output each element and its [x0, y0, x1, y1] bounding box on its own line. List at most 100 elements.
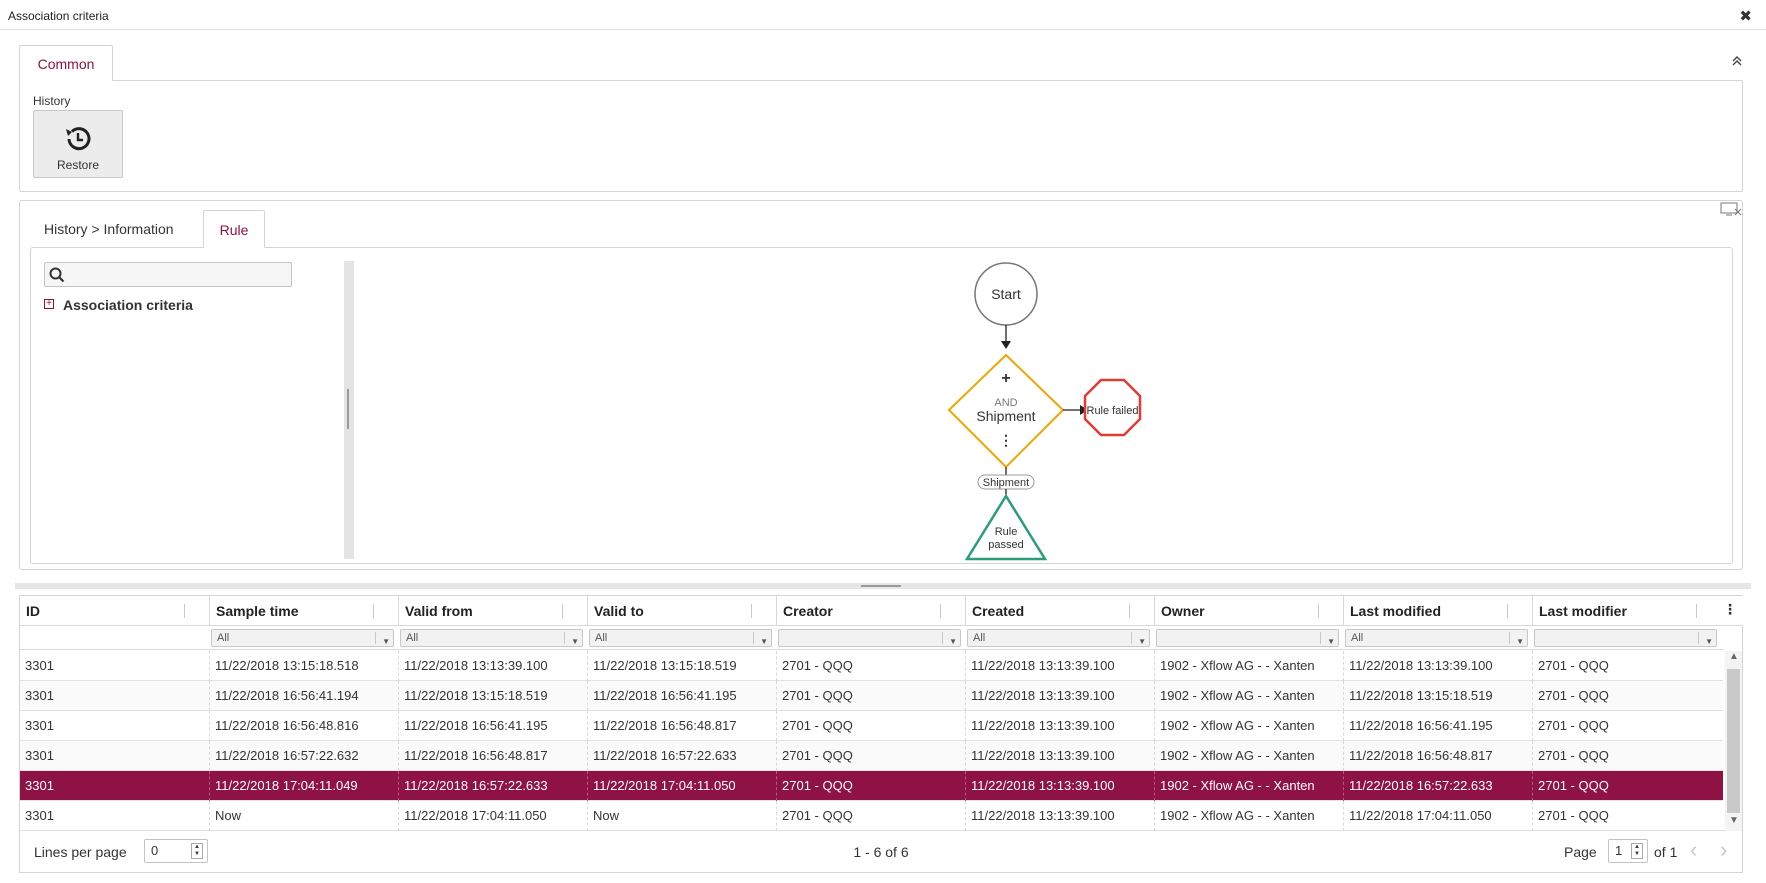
column-header-last-modifier[interactable]: Last modifier — [1532, 596, 1721, 626]
close-icon[interactable]: ✖ — [1739, 7, 1752, 25]
restore-button[interactable]: Restore — [33, 110, 123, 178]
cell-last-modified: 11/22/2018 16:57:22.633 — [1343, 771, 1532, 801]
column-header-owner[interactable]: Owner — [1154, 596, 1343, 626]
page-number-value: 1 — [1615, 843, 1623, 858]
chevron-down-icon[interactable]: ▼ — [571, 634, 579, 650]
cell-last-modifier: 2701 - QQQ — [1532, 681, 1721, 711]
horizontal-splitter[interactable] — [15, 583, 1751, 589]
chevron-down-icon[interactable]: ▼ — [382, 634, 390, 650]
tab-history-information-label: History > Information — [44, 221, 174, 237]
column-menu-icon[interactable]: ⋮ — [1723, 602, 1737, 616]
window-title: Association criteria — [8, 9, 109, 23]
tab-common-label: Common — [37, 56, 95, 72]
filter-value: All — [217, 632, 230, 644]
column-header-valid-to[interactable]: Valid to — [587, 596, 776, 626]
more-icon[interactable]: ⋮ — [999, 432, 1013, 448]
filter-last-modifier[interactable]: ▼ — [1534, 629, 1717, 647]
page-number-input[interactable]: 1 ▲ ▼ — [1608, 839, 1648, 863]
cell-valid-to: 11/22/2018 16:56:48.817 — [587, 711, 776, 741]
filter-last-modified[interactable]: All ▼ — [1345, 629, 1528, 647]
filter-valid-to[interactable]: All ▼ — [589, 629, 772, 647]
cell-created: 11/22/2018 13:13:39.100 — [965, 801, 1154, 831]
rule-panel — [30, 247, 1733, 564]
chevron-down-icon[interactable]: ▼ — [1327, 634, 1335, 650]
cell-valid-to: 11/22/2018 13:15:18.519 — [587, 651, 776, 681]
search-icon — [49, 267, 65, 283]
column-header-last-modified[interactable]: Last modified — [1343, 596, 1532, 626]
cell-valid-to: 11/22/2018 16:57:22.633 — [587, 741, 776, 771]
tree-search-input[interactable] — [44, 262, 292, 287]
and-node[interactable]: + AND Shipment ⋮ — [947, 353, 1065, 469]
column-header-id[interactable]: ID — [20, 596, 209, 626]
grid-scrollbar[interactable]: ▲ ▼ — [1725, 651, 1742, 831]
filter-creator[interactable]: ▼ — [778, 629, 961, 647]
scroll-down-icon[interactable]: ▼ — [1729, 815, 1739, 826]
table-row[interactable]: 3301 11/22/2018 13:15:18.518 11/22/2018 … — [20, 651, 1723, 681]
add-icon[interactable]: + — [1001, 370, 1010, 387]
chevron-down-icon[interactable]: ▼ — [949, 634, 957, 650]
splitter-grip[interactable] — [347, 389, 349, 429]
cell-owner: 1902 - Xflow AG - - Xanten — [1154, 651, 1343, 681]
grid-pager: Lines per page 0 ▲ ▼ 1 - 6 of 6 Page 1 ▲ ▼… — [19, 831, 1743, 873]
common-panel — [19, 80, 1743, 192]
prev-page-icon[interactable]: ‹ — [1690, 837, 1697, 863]
chevron-down-icon[interactable]: ▼ — [1138, 634, 1146, 650]
cell-creator: 2701 - QQQ — [776, 771, 965, 801]
cell-owner: 1902 - Xflow AG - - Xanten — [1154, 711, 1343, 741]
table-row[interactable]: 3301 11/22/2018 16:56:48.816 11/22/2018 … — [20, 711, 1723, 741]
scrollbar-thumb[interactable] — [1727, 669, 1740, 813]
cell-sample-time: 11/22/2018 17:04:11.049 — [209, 771, 398, 801]
monitor-icon[interactable] — [1720, 202, 1742, 216]
splitter-grip[interactable] — [861, 585, 901, 587]
cell-creator: 2701 - QQQ — [776, 651, 965, 681]
table-row-selected[interactable]: 3301 11/22/2018 17:04:11.049 11/22/2018 … — [20, 771, 1723, 801]
cell-creator: 2701 - QQQ — [776, 681, 965, 711]
tab-rule[interactable]: Rule — [203, 210, 265, 248]
cell-owner: 1902 - Xflow AG - - Xanten — [1154, 801, 1343, 831]
cell-last-modified: 11/22/2018 17:04:11.050 — [1343, 801, 1532, 831]
filter-value: All — [406, 632, 419, 644]
cell-creator: 2701 - QQQ — [776, 801, 965, 831]
rule-passed-node[interactable]: Rule passed — [964, 493, 1048, 561]
start-node[interactable]: Start — [974, 262, 1038, 326]
column-header-label: Created — [972, 603, 1025, 619]
stepper-icon[interactable]: ▲ ▼ — [1631, 843, 1643, 859]
column-header-sample-time[interactable]: Sample time — [209, 596, 398, 626]
cell-creator: 2701 - QQQ — [776, 741, 965, 771]
filter-created[interactable]: All ▼ — [967, 629, 1150, 647]
tab-common[interactable]: Common — [19, 45, 113, 81]
tab-history-information[interactable]: History > Information — [44, 210, 174, 248]
expand-icon[interactable]: + — [44, 299, 54, 309]
vertical-splitter[interactable] — [344, 261, 354, 559]
arrow-head — [1001, 341, 1011, 349]
scroll-up-icon[interactable]: ▲ — [1729, 651, 1739, 662]
filter-valid-from[interactable]: All ▼ — [400, 629, 583, 647]
cell-creator: 2701 - QQQ — [776, 711, 965, 741]
cell-valid-from: 11/22/2018 13:15:18.519 — [398, 681, 587, 711]
column-header-label: Sample time — [216, 603, 299, 619]
table-row[interactable]: 3301 11/22/2018 16:56:41.194 11/22/2018 … — [20, 681, 1723, 711]
next-page-icon[interactable]: › — [1720, 837, 1727, 863]
table-row[interactable]: 3301 Now 11/22/2018 17:04:11.050 Now 270… — [20, 801, 1723, 831]
restore-icon — [66, 127, 91, 151]
chevron-down-icon[interactable]: ▼ — [1516, 634, 1524, 650]
chevron-down-icon[interactable]: ▼ — [1705, 634, 1713, 650]
cell-valid-from: 11/22/2018 16:56:48.817 — [398, 741, 587, 771]
column-header-valid-from[interactable]: Valid from — [398, 596, 587, 626]
table-row[interactable]: 3301 11/22/2018 16:57:22.632 11/22/2018 … — [20, 741, 1723, 771]
column-header-creator[interactable]: Creator — [776, 596, 965, 626]
chevron-down-icon[interactable]: ▼ — [760, 634, 768, 650]
filter-sample-time[interactable]: All ▼ — [211, 629, 394, 647]
collapse-icon[interactable] — [1732, 56, 1742, 68]
filter-owner[interactable]: ▼ — [1156, 629, 1339, 647]
cell-last-modifier: 2701 - QQQ — [1532, 711, 1721, 741]
cell-valid-to: 11/22/2018 17:04:11.050 — [587, 771, 776, 801]
cell-valid-from: 11/22/2018 16:56:41.195 — [398, 711, 587, 741]
column-header-label: Valid to — [594, 603, 644, 619]
cell-valid-from: 11/22/2018 13:13:39.100 — [398, 651, 587, 681]
rule-failed-label: Rule failed — [1087, 405, 1139, 417]
column-header-created[interactable]: Created — [965, 596, 1154, 626]
rule-failed-node[interactable]: Rule failed — [1083, 378, 1142, 437]
cell-created: 11/22/2018 13:13:39.100 — [965, 741, 1154, 771]
filter-value: All — [1351, 632, 1364, 644]
